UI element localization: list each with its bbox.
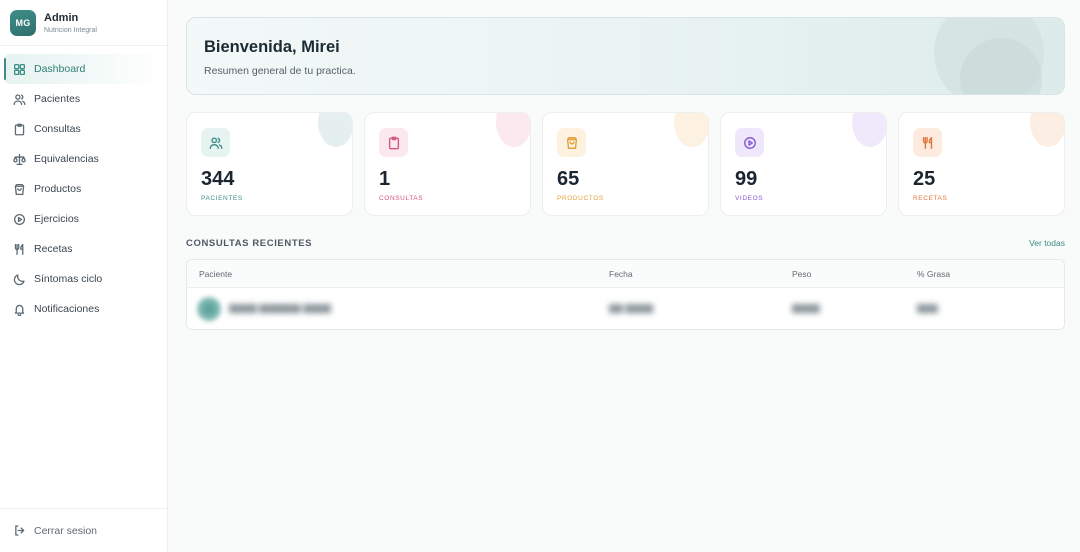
sidebar-item-sintomas-ciclo[interactable]: Síntomas ciclo xyxy=(4,264,163,294)
column-header-peso[interactable]: Peso xyxy=(792,269,917,279)
clipboard-icon xyxy=(13,123,26,136)
column-header-grasa[interactable]: % Grasa xyxy=(917,269,1057,279)
users-icon xyxy=(201,128,230,157)
stats-row: 344 PACIENTES 1 CONSULTAS 65 PRODUCTOS 9… xyxy=(186,112,1065,216)
sidebar-item-label: Ejercicios xyxy=(34,213,79,225)
stat-card-consultas[interactable]: 1 CONSULTAS xyxy=(364,112,531,216)
logout-icon xyxy=(15,525,25,536)
sidebar-item-label: Equivalencias xyxy=(34,153,99,165)
column-header-fecha[interactable]: Fecha xyxy=(609,269,792,279)
sidebar: MG Admin Nutricion Integral Dashboard Pa… xyxy=(0,0,168,552)
moon-icon xyxy=(13,273,26,286)
sidebar-item-label: Recetas xyxy=(34,243,73,255)
sidebar-item-label: Síntomas ciclo xyxy=(34,273,103,285)
play-circle-icon xyxy=(13,213,26,226)
sidebar-item-recetas[interactable]: Recetas xyxy=(4,234,163,264)
recent-consultations-header: CONSULTAS RECIENTES Ver todas xyxy=(186,236,1065,250)
welcome-banner: Bienvenida, Mirei Resumen general de tu … xyxy=(186,17,1065,95)
sidebar-item-label: Productos xyxy=(34,183,82,195)
stat-label: VIDEOS xyxy=(735,195,764,202)
sidebar-item-consultas[interactable]: Consultas xyxy=(4,114,163,144)
sidebar-item-label: Consultas xyxy=(34,123,81,135)
utensils-icon xyxy=(13,243,26,256)
brand-header: MG Admin Nutricion Integral xyxy=(0,0,167,46)
sidebar-item-pacientes[interactable]: Pacientes xyxy=(4,84,163,114)
grid-icon xyxy=(13,63,26,76)
play-circle-icon xyxy=(735,128,764,157)
stat-label: RECETAS xyxy=(913,195,948,202)
sidebar-item-label: Pacientes xyxy=(34,93,81,105)
patient-avatar xyxy=(197,296,221,321)
date-redacted: ▇▇ ▇▇▇▇ xyxy=(609,303,654,313)
stat-value: 65 xyxy=(557,168,580,190)
sidebar-item-dashboard[interactable]: Dashboard xyxy=(4,54,163,84)
section-title: CONSULTAS RECIENTES xyxy=(186,237,313,249)
sidebar-item-equivalencias[interactable]: Equivalencias xyxy=(4,144,163,174)
view-all-link[interactable]: Ver todas xyxy=(1029,238,1065,248)
stat-value: 99 xyxy=(735,168,758,190)
table-row[interactable]: ▇▇▇▇ ▇▇▇▇▇▇ ▇▇▇▇ ▇▇ ▇▇▇▇ ▇▇▇▇ ▇▇▇ xyxy=(187,288,1064,329)
column-header-paciente[interactable]: Paciente xyxy=(187,269,609,279)
users-icon xyxy=(13,93,26,106)
stat-label: CONSULTAS xyxy=(379,195,424,202)
fat-redacted: ▇▇▇ xyxy=(917,303,938,313)
logout-button[interactable]: Cerrar sesion xyxy=(0,508,167,552)
stat-label: PACIENTES xyxy=(201,195,243,202)
page-title: Bienvenida, Mirei xyxy=(204,38,340,56)
scale-icon xyxy=(13,153,26,166)
weight-redacted: ▇▇▇▇ xyxy=(792,303,820,313)
stat-card-pacientes[interactable]: 344 PACIENTES xyxy=(186,112,353,216)
shopping-bag-icon xyxy=(13,183,26,196)
sidebar-item-label: Dashboard xyxy=(34,63,86,75)
logout-label: Cerrar sesion xyxy=(34,524,98,537)
shopping-bag-icon xyxy=(557,128,586,157)
clipboard-icon xyxy=(379,128,408,157)
stat-card-productos[interactable]: 65 PRODUCTOS xyxy=(542,112,709,216)
sidebar-item-productos[interactable]: Productos xyxy=(4,174,163,204)
stat-card-videos[interactable]: 99 VIDEOS xyxy=(720,112,887,216)
table-header: Paciente Fecha Peso % Grasa xyxy=(187,260,1064,288)
main-content: Bienvenida, Mirei Resumen general de tu … xyxy=(186,17,1065,330)
patient-name-redacted: ▇▇▇▇ ▇▇▇▇▇▇ ▇▇▇▇ xyxy=(229,303,331,313)
brand-subtitle: Nutricion Integral xyxy=(44,26,97,34)
stat-value: 1 xyxy=(379,168,391,190)
page-subtitle: Resumen general de tu practica. xyxy=(204,65,356,77)
avatar[interactable]: MG xyxy=(10,9,36,36)
sidebar-item-label: Notificaciones xyxy=(34,303,100,315)
stat-value: 344 xyxy=(201,168,235,190)
utensils-icon xyxy=(913,128,942,157)
recent-consultations-table: Paciente Fecha Peso % Grasa ▇▇▇▇ ▇▇▇▇▇▇ … xyxy=(186,259,1065,330)
stat-value: 25 xyxy=(913,168,936,190)
brand-title: Admin xyxy=(44,11,79,24)
bell-icon xyxy=(13,303,26,316)
stat-label: PRODUCTOS xyxy=(557,195,604,202)
sidebar-item-ejercicios[interactable]: Ejercicios xyxy=(4,204,163,234)
sidebar-item-notificaciones[interactable]: Notificaciones xyxy=(4,294,163,324)
stat-card-recetas[interactable]: 25 RECETAS xyxy=(898,112,1065,216)
sidebar-nav: Dashboard Pacientes Consultas Equivalenc… xyxy=(0,46,167,324)
